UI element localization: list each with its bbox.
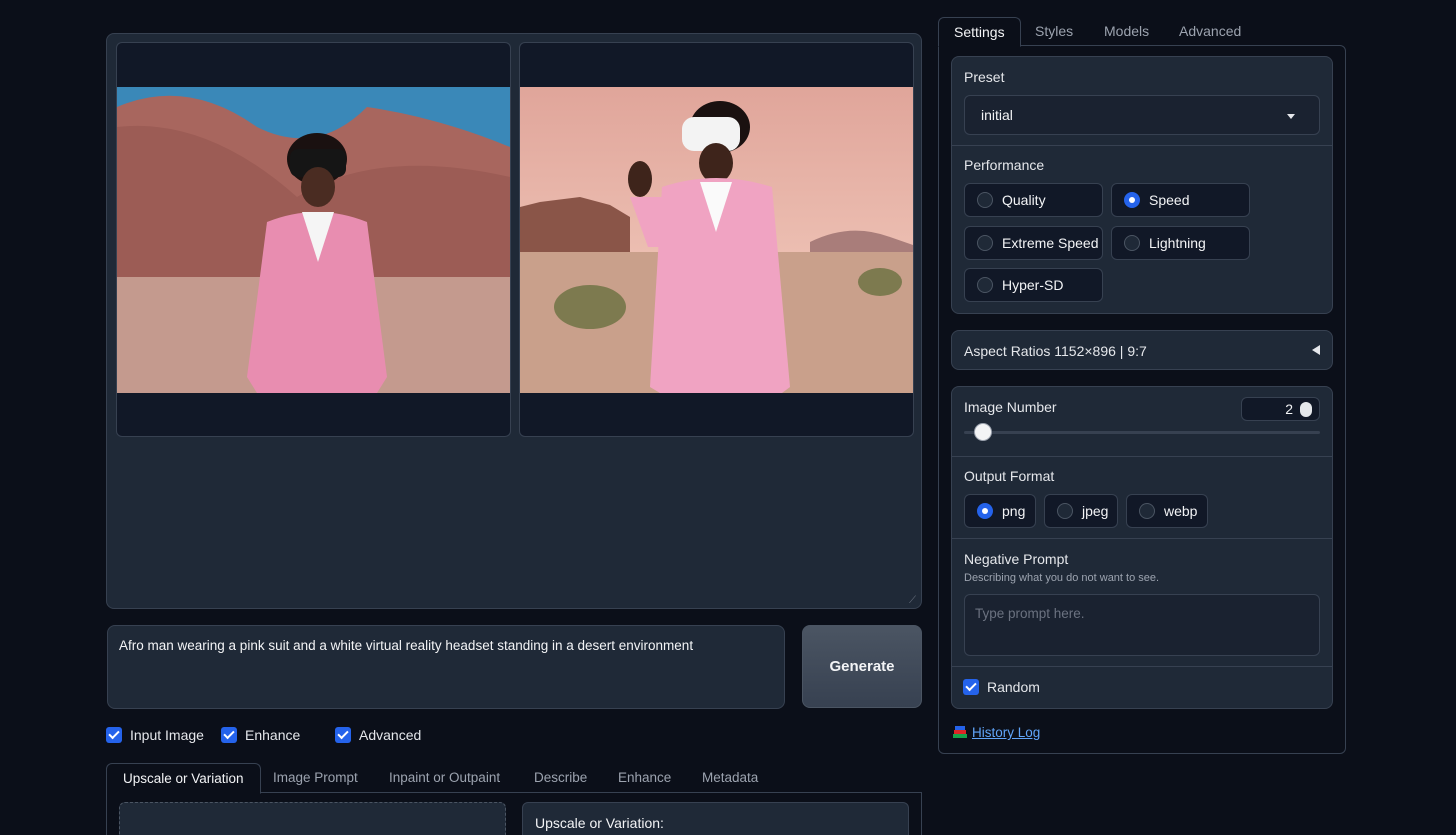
radio-webp-label: webp bbox=[1164, 503, 1198, 519]
upscale-variation-options: Upscale or Variation: bbox=[522, 802, 909, 835]
radio-off-icon bbox=[1057, 503, 1073, 519]
radio-on-icon bbox=[1124, 192, 1140, 208]
checkbox-checked-icon[interactable] bbox=[106, 727, 122, 743]
enhance-label: Enhance bbox=[245, 727, 301, 743]
preset-label: Preset bbox=[964, 69, 1005, 85]
books-icon bbox=[953, 726, 967, 738]
generated-image-2 bbox=[520, 87, 913, 393]
enhance-checkbox[interactable]: Enhance bbox=[221, 727, 300, 743]
radio-off-icon bbox=[977, 277, 993, 293]
preset-value: initial bbox=[981, 107, 1013, 123]
checkbox-checked-icon[interactable] bbox=[335, 727, 351, 743]
radio-extreme-speed[interactable]: Extreme Speed bbox=[964, 226, 1103, 260]
radio-speed[interactable]: Speed bbox=[1111, 183, 1250, 217]
tab-upscale-or-variation[interactable]: Upscale or Variation bbox=[106, 763, 261, 794]
advanced-checkbox[interactable]: Advanced bbox=[335, 727, 421, 743]
right-tab-bar: Settings Styles Models Advanced bbox=[938, 17, 1346, 47]
performance-label: Performance bbox=[964, 157, 1045, 173]
tab-inpaint-or-outpaint[interactable]: Inpaint or Outpaint bbox=[389, 763, 500, 793]
radio-off-icon bbox=[1139, 503, 1155, 519]
radio-webp[interactable]: webp bbox=[1126, 494, 1208, 528]
tab-advanced[interactable]: Advanced bbox=[1179, 17, 1241, 46]
input-image-checkbox[interactable]: Input Image bbox=[106, 727, 204, 743]
radio-quality[interactable]: Quality bbox=[964, 183, 1103, 217]
radio-jpeg-label: jpeg bbox=[1082, 503, 1109, 519]
history-log-label: History Log bbox=[972, 725, 1041, 740]
negative-prompt-label: Negative Prompt bbox=[964, 551, 1069, 567]
radio-quality-label: Quality bbox=[1002, 192, 1046, 208]
gallery-image-1[interactable] bbox=[116, 42, 511, 437]
tab-settings[interactable]: Settings bbox=[938, 17, 1021, 47]
history-log-link[interactable]: History Log bbox=[952, 725, 1040, 740]
generated-image-1 bbox=[117, 87, 510, 393]
radio-lightning-label: Lightning bbox=[1149, 235, 1206, 251]
prompt-input[interactable]: Afro man wearing a pink suit and a white… bbox=[107, 625, 785, 709]
divider bbox=[952, 538, 1332, 539]
advanced-label: Advanced bbox=[359, 727, 422, 743]
output-format-label: Output Format bbox=[964, 468, 1055, 484]
tab-describe[interactable]: Describe bbox=[534, 763, 587, 793]
aspect-ratios-accordion[interactable]: Aspect Ratios 1152×896 | 9:7 bbox=[951, 330, 1333, 370]
tab-models[interactable]: Models bbox=[1104, 17, 1149, 46]
radio-png[interactable]: png bbox=[964, 494, 1036, 528]
radio-off-icon bbox=[977, 235, 993, 251]
checkbox-checked-icon[interactable] bbox=[963, 679, 979, 695]
image-number-slider[interactable] bbox=[964, 431, 1320, 434]
bottom-tab-bar: Upscale or Variation Image Prompt Inpain… bbox=[106, 763, 922, 794]
input-image-label: Input Image bbox=[130, 727, 204, 743]
spinner-icon[interactable] bbox=[1300, 402, 1312, 417]
image-drop-zone[interactable] bbox=[119, 802, 506, 835]
negative-prompt-hint: Describing what you do not want to see. bbox=[964, 572, 1160, 584]
image-number-value: 2 bbox=[1285, 401, 1293, 417]
image-number-label: Image Number bbox=[964, 399, 1057, 415]
divider bbox=[952, 145, 1332, 146]
negative-prompt-input[interactable]: Type prompt here. bbox=[964, 594, 1320, 656]
radio-speed-label: Speed bbox=[1149, 192, 1190, 208]
radio-jpeg[interactable]: jpeg bbox=[1044, 494, 1118, 528]
generation-options-block bbox=[951, 386, 1333, 709]
resize-grip-icon[interactable]: ⟋ bbox=[909, 596, 919, 606]
tab-image-prompt[interactable]: Image Prompt bbox=[273, 763, 358, 793]
preset-dropdown[interactable]: initial bbox=[964, 95, 1320, 135]
radio-extreme-speed-label: Extreme Speed bbox=[1002, 235, 1099, 251]
tab-styles[interactable]: Styles bbox=[1035, 17, 1073, 46]
radio-off-icon bbox=[977, 192, 993, 208]
generate-button[interactable]: Generate bbox=[802, 625, 922, 708]
upscale-variation-title: Upscale or Variation: bbox=[535, 815, 664, 831]
divider bbox=[952, 456, 1332, 457]
checkbox-checked-icon[interactable] bbox=[221, 727, 237, 743]
divider bbox=[952, 666, 1332, 667]
image-number-input[interactable]: 2 bbox=[1241, 397, 1320, 421]
radio-png-label: png bbox=[1002, 503, 1026, 519]
tab-metadata[interactable]: Metadata bbox=[702, 763, 758, 793]
radio-off-icon bbox=[1124, 235, 1140, 251]
triangle-left-icon bbox=[1312, 345, 1320, 355]
radio-hyper-sd[interactable]: Hyper-SD bbox=[964, 268, 1103, 302]
tab-enhance[interactable]: Enhance bbox=[618, 763, 671, 793]
gallery-image-2[interactable] bbox=[519, 42, 914, 437]
caret-down-icon bbox=[1287, 114, 1295, 119]
aspect-ratios-label: Aspect Ratios 1152×896 | 9:7 bbox=[964, 343, 1147, 359]
radio-lightning[interactable]: Lightning bbox=[1111, 226, 1250, 260]
radio-hyper-sd-label: Hyper-SD bbox=[1002, 277, 1064, 293]
random-checkbox[interactable]: Random bbox=[963, 679, 1040, 695]
random-label: Random bbox=[987, 679, 1040, 695]
image-gallery: ⟋ bbox=[106, 33, 922, 609]
radio-on-icon bbox=[977, 503, 993, 519]
slider-thumb[interactable] bbox=[974, 423, 992, 441]
